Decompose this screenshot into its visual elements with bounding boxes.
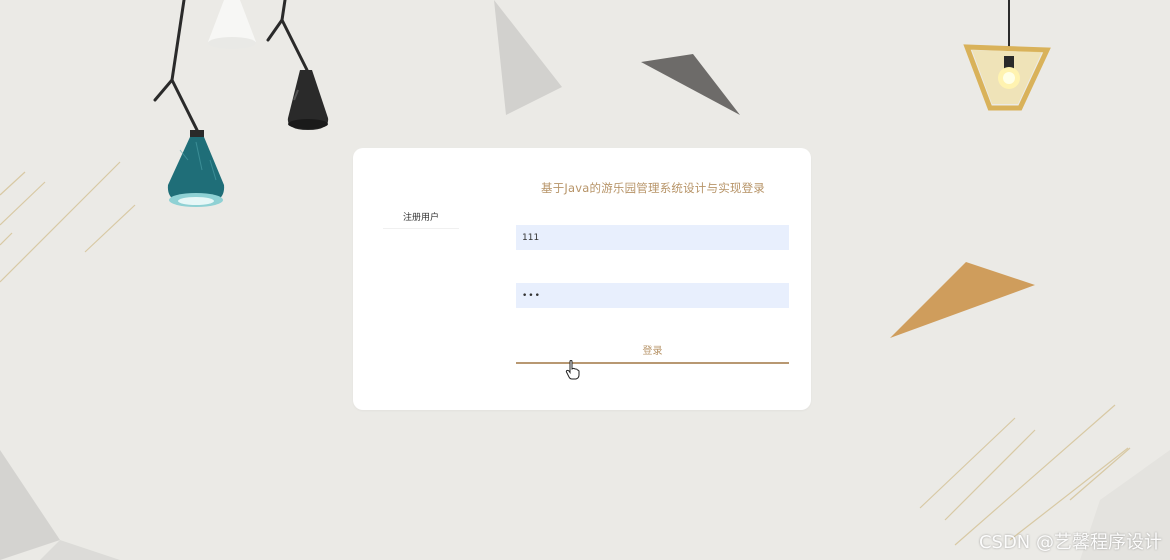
dark-triangle — [641, 54, 740, 115]
login-title: 基于Java的游乐园管理系统设计与实现登录 — [541, 181, 765, 195]
login-button[interactable]: 登录 — [516, 341, 789, 364]
pendant-lamp-gold-icon — [963, 0, 1051, 111]
login-page: 基于Java的游乐园管理系统设计与实现登录 注册用户 登录 CSDN @艺馨程序… — [0, 0, 1170, 560]
pendant-lamp-black-icon — [287, 70, 329, 130]
username-input[interactable] — [516, 225, 789, 250]
register-user-link[interactable]: 注册用户 — [383, 208, 459, 229]
password-input[interactable] — [516, 283, 789, 308]
left-gold-lines — [0, 161, 136, 283]
pendant-lamp-white-icon — [208, 0, 256, 49]
hand-cursor-icon — [565, 360, 580, 380]
grey-triangle — [494, 0, 562, 115]
orange-triangle — [890, 262, 1035, 338]
watermark: CSDN @艺馨程序设计 — [978, 532, 1162, 553]
bottom-left-triangle-2 — [40, 540, 120, 560]
bottom-left-triangle — [0, 450, 60, 560]
pendant-lamp-teal-icon — [167, 130, 225, 207]
login-card: 基于Java的游乐园管理系统设计与实现登录 注册用户 登录 — [353, 148, 811, 410]
